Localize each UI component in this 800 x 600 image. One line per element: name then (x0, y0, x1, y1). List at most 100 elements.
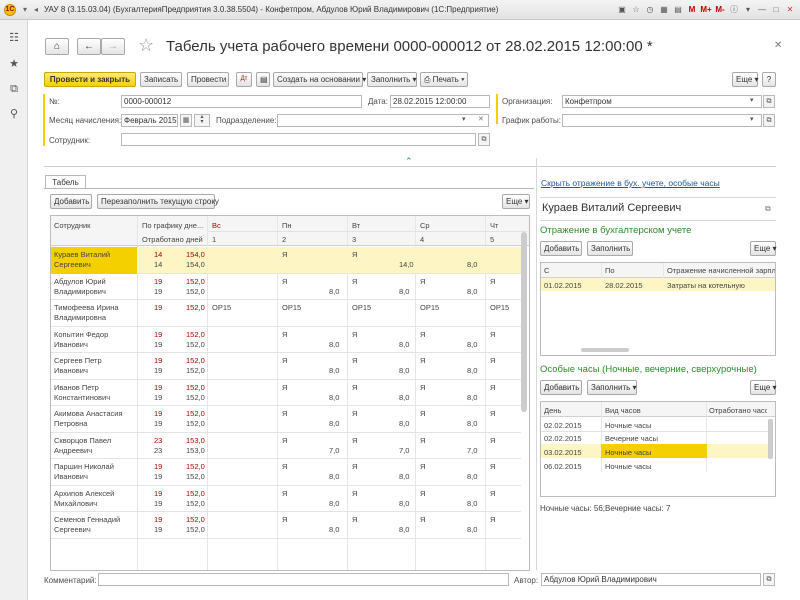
post-button[interactable]: Провести (187, 72, 229, 87)
worked-hours: 152,0 (186, 366, 205, 375)
tab-timesheet[interactable]: Табель (45, 175, 86, 189)
day-hours: 8,0 (399, 339, 410, 349)
save-button[interactable]: Записать (140, 72, 182, 87)
post-and-close-button[interactable]: Провести и закрыть (44, 72, 136, 87)
worked-hours: 152,0 (186, 339, 205, 349)
history-icon[interactable]: ⧉ (8, 83, 20, 95)
star-icon[interactable]: ☆ (630, 3, 642, 16)
table-row[interactable]: Сергеев Петр Иванович 19 152,0 19 152,0 Я 8,0 Я 8… (51, 353, 521, 380)
calendar-icon[interactable]: ▦ (658, 3, 670, 16)
day-mark: Я (352, 329, 358, 339)
open-icon[interactable]: ⧉ (765, 204, 771, 214)
report-icon[interactable]: ▤ (256, 72, 270, 87)
department-field[interactable] (277, 114, 489, 127)
print-button[interactable]: ⎙ Печать ▾ (420, 72, 468, 87)
close-icon[interactable]: ✕ (784, 3, 796, 16)
favorite-star-icon[interactable]: ☆ (138, 35, 154, 56)
table-row[interactable]: Паршин Николай Иванович 19 152,0 19 152,0 Я 8,0… (51, 459, 521, 486)
open-icon[interactable]: ⧉ (478, 133, 490, 146)
planned-days: 19 (154, 409, 163, 418)
table-row[interactable]: Семенов Геннадий Сергеевич 19 152,0 19 152,0 Я… (51, 512, 521, 539)
back-button[interactable]: ← (77, 38, 101, 55)
app-logo[interactable]: 1С (4, 4, 16, 16)
accounting-table[interactable]: С По Отражение начисленной зарплаты 01.0… (540, 262, 776, 356)
compare-icon[interactable]: ▣ (616, 3, 628, 16)
table-row[interactable]: Копытин Федор Иванович 19 152,0 19 152,0 Я 8,0 Я… (51, 327, 521, 353)
memory-plus-icon[interactable]: M+ (700, 3, 712, 16)
day-mark: Я (490, 462, 496, 471)
chevron-down-icon[interactable]: ▾ (20, 5, 30, 15)
chevron-down-icon[interactable]: ▾ (750, 96, 754, 104)
planned-hours: 152,0 (186, 356, 205, 365)
window-titlebar: 1С ▾ ◂ УАУ 8 (3.15.03.04) (БухгалтерияПр… (0, 0, 800, 20)
day-hours: 8,0 (467, 339, 478, 349)
day-mark: Я (352, 409, 358, 418)
month-field[interactable]: Февраль 2015 (121, 114, 178, 127)
table-scrollbar[interactable] (521, 232, 527, 412)
memory-minus-icon[interactable]: M- (714, 3, 726, 16)
table-row[interactable]: Архипов Алексей Михайлович 19 152,0 19 152,0 Я… (51, 486, 521, 512)
clear-icon[interactable]: ✕ (478, 115, 484, 123)
table-row[interactable]: Акимова Анастасия Петровна 19 152,0 19 152,0 Я… (51, 406, 521, 433)
help-button[interactable]: ? (762, 72, 776, 87)
v-scrollbar[interactable] (768, 419, 773, 459)
day-hours: 8,0 (467, 472, 478, 481)
fill-button[interactable]: Заполнить ▾ (367, 72, 417, 87)
chevron-down-icon[interactable]: ▾ (742, 3, 754, 16)
minimize-icon[interactable]: — (756, 3, 768, 16)
table-row[interactable]: Иванов Петр Константинович 19 152,0 19 152,0 Я… (51, 380, 521, 406)
h-scrollbar[interactable] (581, 348, 629, 352)
accounting-fill-button[interactable]: Заполнить (587, 241, 633, 256)
search-icon[interactable]: ⚲ (8, 108, 20, 120)
table-row[interactable]: Абдулов Юрий Владимирович 19 152,0 19 152,0 Я 8… (51, 274, 521, 300)
date-field[interactable]: 28.02.2015 12:00:00 (390, 95, 490, 108)
table-row[interactable]: Тимофеева Ирина Владимировна 19 152,0 ОР15 ОР… (51, 300, 521, 327)
maximize-icon[interactable]: □ (770, 3, 782, 16)
author-field[interactable]: Абдулов Юрий Владимирович (541, 573, 761, 586)
timesheet-table[interactable]: Сотрудник По графику дне... Отработано д… (50, 215, 530, 571)
forward-button[interactable]: → (101, 38, 125, 55)
chevron-down-icon[interactable]: ▾ (462, 115, 466, 123)
day-hours: 8,0 (329, 419, 340, 428)
more-button[interactable]: Еще ▾ (732, 72, 759, 87)
calculator-icon[interactable]: ▤ (672, 3, 684, 16)
open-icon[interactable]: ⧉ (763, 114, 775, 127)
favorites-star-icon[interactable]: ★ (8, 58, 20, 70)
info-icon[interactable]: ⓘ (728, 3, 740, 16)
refill-row-button[interactable]: Перезаполнить текущую строку (97, 194, 219, 209)
hide-accounting-link[interactable]: Скрыть отражение в бух. учете, особые ча… (541, 178, 720, 188)
special-more-button[interactable]: Еще ▾ (750, 380, 777, 395)
table-more-button[interactable]: Еще ▾ (502, 194, 530, 209)
accounting-add-button[interactable]: Добавить (540, 241, 582, 256)
open-icon[interactable]: ⧉ (763, 95, 775, 108)
day-mark: Я (490, 356, 496, 365)
close-form-icon[interactable]: ✕ (774, 40, 782, 51)
memory-m-icon[interactable]: M (686, 3, 698, 16)
special-hours-table[interactable]: День Вид часов Отработано часов 02.02.20… (540, 401, 776, 497)
special-add-button[interactable]: Добавить (540, 380, 582, 395)
add-row-button[interactable]: Добавить (50, 194, 92, 209)
employee-name-line1: Скворцов Павел (54, 435, 112, 445)
calendar-icon[interactable]: ▦ (180, 114, 192, 127)
home-button[interactable]: ⌂ (45, 38, 69, 55)
table-row[interactable]: Кураев Виталий Сергеевич 14 154,0 14 154,0 Я Я 1… (51, 247, 521, 274)
number-field[interactable]: 0000-000012 (121, 95, 362, 108)
chevron-down-icon[interactable]: ▾ (750, 115, 754, 123)
accounting-more-button[interactable]: Еще ▾ (750, 241, 777, 256)
table-more-label: Еще (506, 197, 523, 206)
pin-icon[interactable]: ◂ (31, 5, 41, 15)
open-icon[interactable]: ⧉ (763, 573, 775, 586)
schedule-field[interactable] (562, 114, 762, 127)
comment-field[interactable] (98, 573, 509, 586)
month-stepper[interactable]: ▴ ▾ (194, 114, 210, 127)
table-row[interactable]: Скворцов Павел Андреевич 23 153,0 23 153,0 Я 7,… (51, 433, 521, 459)
dt-kt-icon[interactable]: Дт (236, 72, 252, 87)
organization-field[interactable]: Конфетпром (562, 95, 762, 108)
special-fill-button[interactable]: Заполнить ▾ (587, 380, 637, 395)
create-based-on-button[interactable]: Создать на основании ▾ (273, 72, 366, 87)
history-icon[interactable]: ◷ (644, 3, 656, 16)
planned-days: 19 (154, 515, 163, 524)
employee-field[interactable] (121, 133, 476, 146)
menu-grid-icon[interactable]: ☷ (8, 32, 20, 44)
employee-name-line1: Кураев Виталий (54, 250, 111, 259)
